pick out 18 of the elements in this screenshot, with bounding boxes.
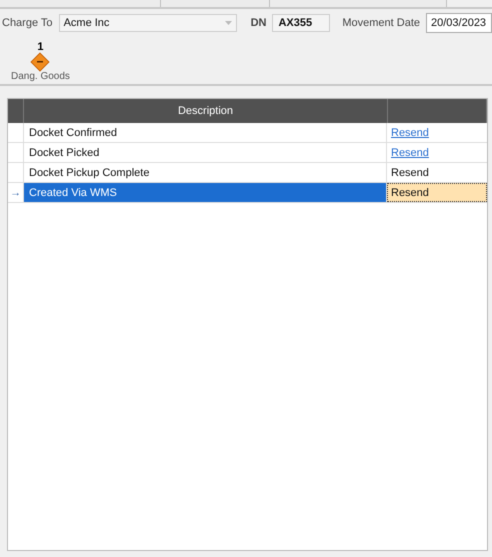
- hazard-diamond-icon: [30, 52, 50, 72]
- table-cell: Created Via WMS: [24, 183, 387, 202]
- dangerous-goods-button[interactable]: 1 Dang. Goods: [11, 42, 70, 82]
- tab[interactable]: [161, 0, 270, 7]
- tab[interactable]: [270, 0, 447, 7]
- movement-date-label: Movement Date: [342, 17, 420, 29]
- resend-link[interactable]: Resend: [391, 146, 429, 158]
- current-row-arrow: →: [10, 186, 21, 198]
- tab[interactable]: [0, 0, 161, 7]
- charge-to-label: Charge To: [2, 17, 53, 29]
- charge-to-dropdown[interactable]: Acme Inc: [58, 14, 237, 32]
- table-cell: Resend: [391, 166, 429, 178]
- caret-icon: [224, 21, 232, 25]
- dn-label: DN: [250, 17, 266, 29]
- resend-link[interactable]: Resend: [391, 126, 429, 138]
- dn-field[interactable]: AX355: [272, 14, 330, 32]
- movement-date-field[interactable]: 20/03/2023: [426, 13, 492, 33]
- table-cell: Resend: [391, 186, 429, 198]
